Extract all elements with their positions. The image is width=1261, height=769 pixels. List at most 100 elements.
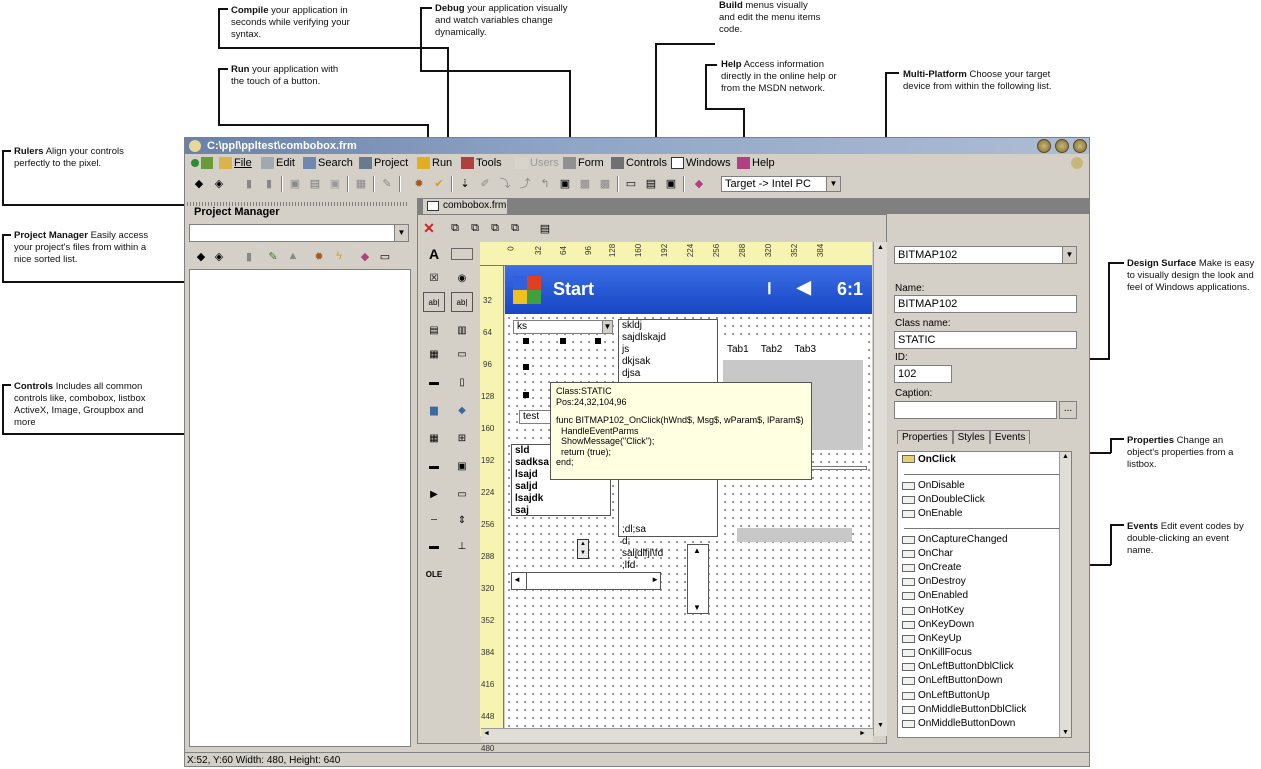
form-hscrollbar[interactable]: ◄ ► bbox=[511, 572, 661, 590]
event-item[interactable]: OnLeftButtonDown bbox=[898, 674, 1071, 688]
event-item[interactable]: OnDestroy bbox=[898, 575, 1071, 589]
debug-into-icon[interactable]: ⤵ bbox=[497, 175, 513, 191]
maximize-button[interactable] bbox=[1055, 139, 1069, 153]
help-project-icon[interactable]: ◆ bbox=[357, 248, 373, 264]
cut-icon[interactable]: ▮ bbox=[241, 175, 257, 191]
scroll-left-icon[interactable]: ◄ bbox=[513, 575, 521, 584]
radio-control-icon[interactable]: ◉ bbox=[451, 268, 473, 288]
project-file-list[interactable] bbox=[189, 269, 411, 747]
menu-form[interactable]: Form bbox=[563, 156, 604, 170]
tree-control-icon[interactable]: ⊞ bbox=[451, 428, 473, 448]
form-tab[interactable]: Tab1 bbox=[727, 340, 749, 360]
groupbox-control-icon[interactable]: ▦ bbox=[423, 344, 445, 364]
form-tab[interactable]: Tab3 bbox=[794, 340, 816, 360]
edit-control-icon[interactable]: ab| bbox=[423, 292, 445, 312]
tab-properties[interactable]: Properties bbox=[897, 430, 953, 444]
menu-project[interactable]: Project bbox=[359, 156, 408, 170]
remove-file-icon[interactable]: ▮ bbox=[241, 248, 257, 264]
object-select[interactable]: BITMAP102 ▼ bbox=[894, 246, 1077, 264]
canvas-horizontal-scrollbar[interactable]: ◄ ► bbox=[481, 728, 873, 742]
event-item[interactable]: OnKeyUp bbox=[898, 632, 1071, 646]
event-item[interactable]: OnEnabled bbox=[898, 589, 1071, 603]
scroll-down-icon[interactable]: ▼ bbox=[693, 603, 701, 612]
caption-browse-button[interactable]: ... bbox=[1059, 401, 1077, 419]
stop-icon[interactable]: ▩ bbox=[597, 175, 613, 191]
event-item[interactable]: OnDoubleClick bbox=[898, 493, 1071, 507]
watch-icon[interactable]: ▣ bbox=[557, 175, 573, 191]
scroll-right-icon[interactable]: ► bbox=[651, 575, 659, 584]
window-icon[interactable]: ▭ bbox=[377, 248, 393, 264]
updown-control-icon[interactable]: ⇕ bbox=[451, 510, 473, 530]
compile-icon[interactable]: ✹ bbox=[411, 175, 427, 191]
align-right-icon[interactable]: ⧉ bbox=[487, 220, 503, 236]
breakpoint-icon[interactable]: ▩ bbox=[577, 175, 593, 191]
events-list[interactable]: OnClick OnDisable OnDoubleClick OnEnable… bbox=[897, 451, 1072, 738]
debug-over-icon[interactable]: ⤴ bbox=[517, 175, 533, 191]
splitter-control-icon[interactable]: ⊥ bbox=[451, 536, 473, 556]
tool-icon[interactable]: ✎ bbox=[379, 175, 395, 191]
users-group-icon[interactable]: ▲ bbox=[285, 248, 301, 264]
tab-order-icon[interactable]: ▤ bbox=[537, 220, 553, 236]
memo-control-icon[interactable]: ab| bbox=[451, 292, 473, 312]
image-control-icon[interactable]: ▆ bbox=[423, 400, 445, 420]
event-item[interactable]: OnMiddleButtonDblClick bbox=[898, 703, 1071, 717]
name-field[interactable]: BITMAP102 bbox=[894, 295, 1077, 313]
copy-icon[interactable]: ▮ bbox=[261, 175, 277, 191]
date-control-icon[interactable]: ▣ bbox=[451, 456, 473, 476]
form-updown[interactable]: ▲ ▼ bbox=[577, 539, 589, 559]
selection-handle[interactable] bbox=[560, 338, 566, 344]
event-item[interactable]: OnCaptureChanged bbox=[898, 533, 1071, 547]
id-field[interactable]: 102 bbox=[894, 365, 952, 383]
hscrollbar-control-icon[interactable]: ▬ bbox=[423, 372, 445, 392]
listbox-control-icon[interactable]: ▤ bbox=[423, 320, 445, 340]
open-icon[interactable]: ◈ bbox=[211, 175, 227, 191]
events-scrollbar[interactable]: ▲ ▼ bbox=[1059, 452, 1071, 737]
menu-edit[interactable]: Edit bbox=[261, 156, 295, 170]
button-control-icon[interactable] bbox=[451, 248, 473, 260]
grid-control-icon[interactable]: ▦ bbox=[423, 428, 445, 448]
delete-icon[interactable]: ✕ bbox=[421, 220, 437, 236]
minimize-button[interactable] bbox=[1037, 139, 1051, 153]
project-select[interactable]: ▼ bbox=[189, 224, 409, 242]
scroll-down-icon[interactable]: ▼ bbox=[877, 722, 884, 729]
menu-builder-icon[interactable]: ▤ bbox=[643, 175, 659, 191]
scroll-down-icon[interactable]: ▼ bbox=[1062, 729, 1069, 736]
menu-run[interactable]: Run bbox=[417, 156, 452, 170]
ole-control-icon[interactable]: OLE bbox=[423, 564, 445, 584]
close-button[interactable] bbox=[1073, 139, 1087, 153]
event-item[interactable]: OnLeftButtonDblClick bbox=[898, 660, 1071, 674]
form-combobox[interactable]: ks ▼ bbox=[513, 320, 613, 334]
selection-handle[interactable] bbox=[523, 338, 529, 344]
run-button-icon[interactable]: ✔ bbox=[431, 175, 447, 191]
open-file-icon[interactable]: ◈ bbox=[211, 248, 227, 264]
save-disk-icon[interactable]: ▣ bbox=[663, 175, 679, 191]
selection-handle[interactable] bbox=[523, 364, 529, 370]
new-icon[interactable]: ◆ bbox=[191, 175, 207, 191]
selection-handle[interactable] bbox=[595, 338, 601, 344]
panel-control-icon[interactable]: ▭ bbox=[451, 344, 473, 364]
target-select[interactable]: Target -> Intel PC ▼ bbox=[721, 176, 841, 192]
event-item[interactable]: OnChar bbox=[898, 547, 1071, 561]
media-control-icon[interactable]: ▶ bbox=[423, 484, 445, 504]
shape-control-icon[interactable]: ◆ bbox=[451, 400, 473, 420]
tab-events[interactable]: Events bbox=[989, 430, 1031, 444]
tab-combobox-frm[interactable]: combobox.frm bbox=[423, 199, 507, 214]
menu-tools[interactable]: Tools bbox=[461, 156, 502, 170]
header-control-icon[interactable]: ▬ bbox=[423, 536, 445, 556]
event-item[interactable]: OnCreate bbox=[898, 561, 1071, 575]
align-bottom-icon[interactable]: ⧉ bbox=[507, 220, 523, 236]
menu-controls[interactable]: Controls bbox=[611, 156, 667, 170]
event-item[interactable]: OnKillFocus bbox=[898, 646, 1071, 660]
menu-windows[interactable]: Windows bbox=[671, 156, 731, 170]
database-icon[interactable]: ▤ bbox=[307, 175, 323, 191]
lightning-icon[interactable]: ϟ bbox=[331, 248, 347, 264]
checkbox-control-icon[interactable]: ☒ bbox=[423, 268, 445, 288]
label-control-icon[interactable]: A bbox=[423, 244, 445, 264]
design-surface[interactable]: Start Ⅰ ◀ 6:1 ks ▼ skldj sajdlskajd js d… bbox=[505, 266, 872, 736]
debug-step-icon[interactable]: ⇣ bbox=[457, 175, 473, 191]
status-control-icon[interactable]: ▭ bbox=[451, 484, 473, 504]
combobox-control-icon[interactable]: ▥ bbox=[451, 320, 473, 340]
debug-edit-icon[interactable]: ✐ bbox=[477, 175, 493, 191]
compile-project-icon[interactable]: ✹ bbox=[311, 248, 327, 264]
caption-field[interactable] bbox=[894, 401, 1057, 419]
